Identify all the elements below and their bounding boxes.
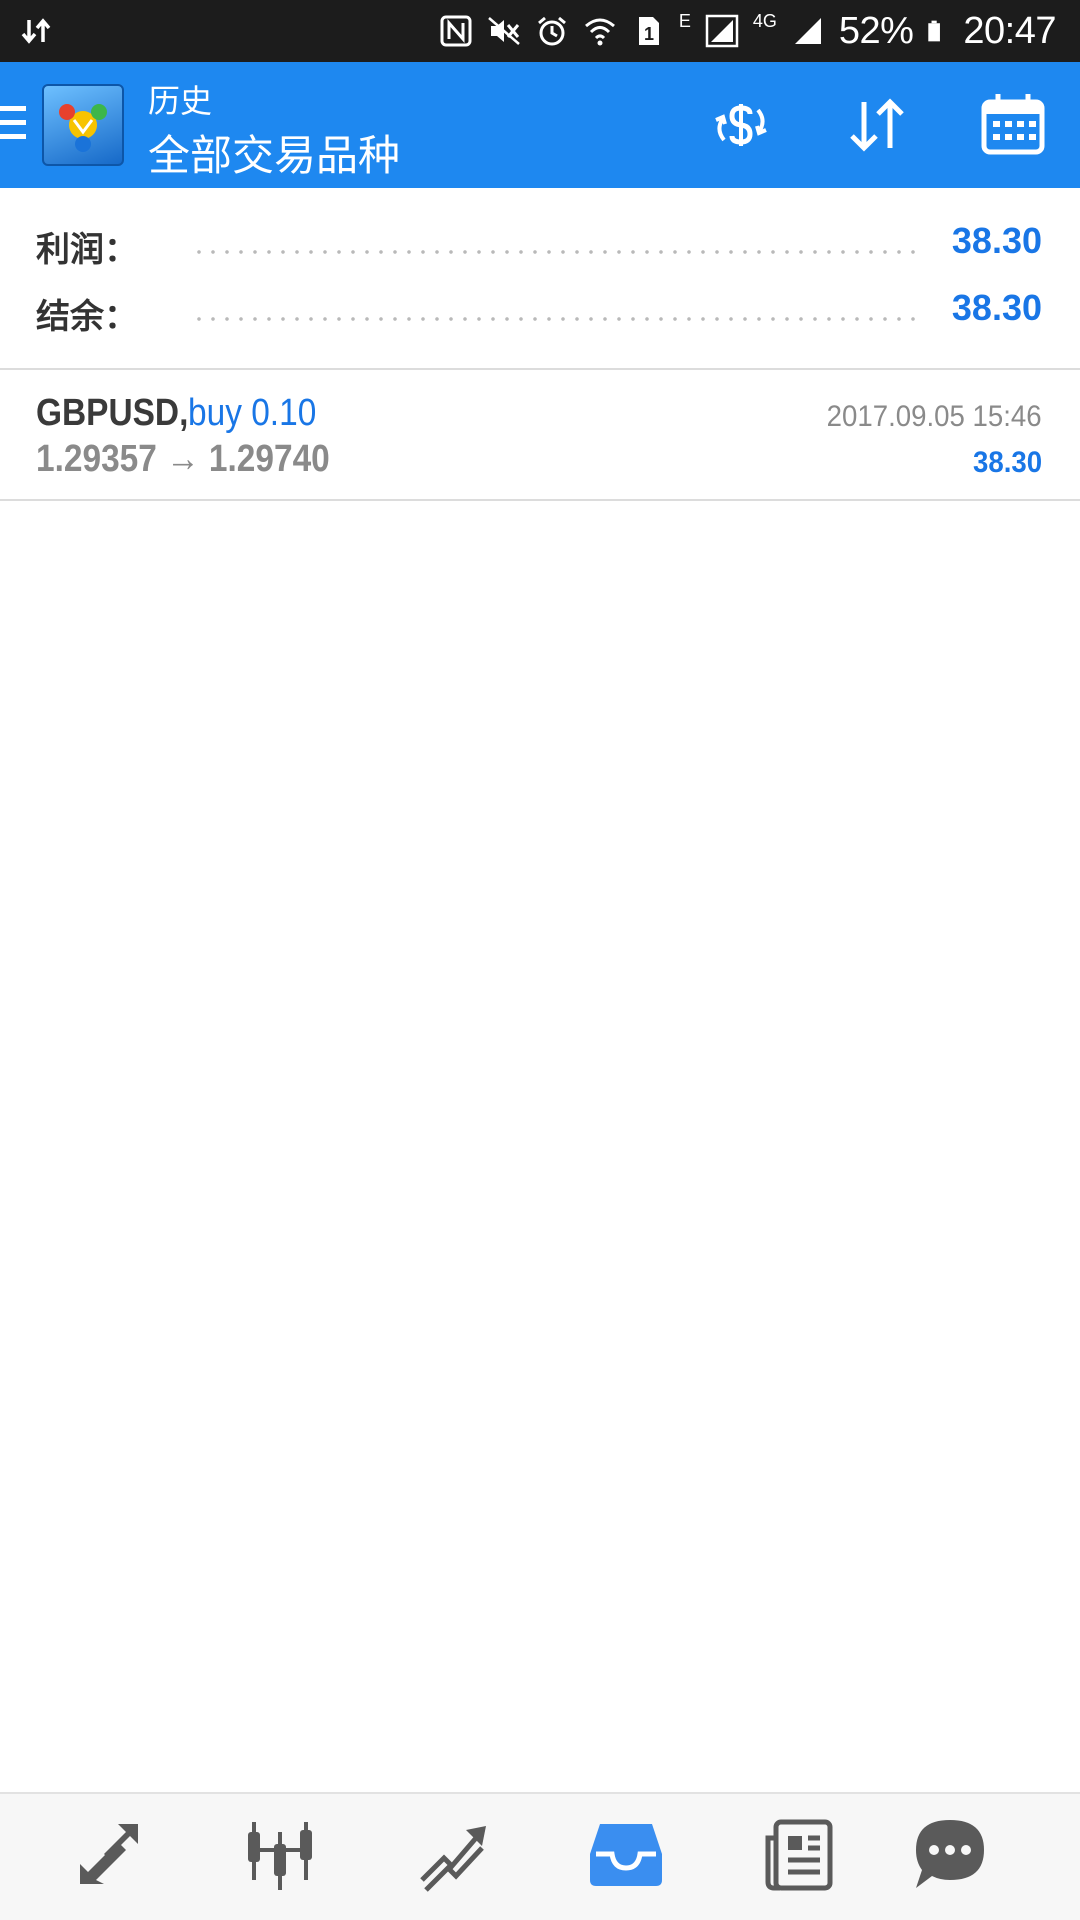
dotted-leader (192, 317, 918, 321)
nav-history[interactable] (586, 1814, 666, 1894)
chat-icon (916, 1820, 984, 1888)
divider (0, 499, 1080, 501)
news-icon (765, 1819, 833, 1891)
deal-profit: 38.30 (972, 446, 1042, 479)
balance-label: 结余： (36, 298, 138, 336)
dotted-leader (192, 250, 918, 254)
deal-type-volume: buy 0.10 (188, 392, 317, 434)
network-type-4g: 4G (752, 10, 777, 31)
sim-slot-number: 1 (644, 24, 654, 44)
exchange-icon (715, 104, 767, 146)
nav-chat[interactable] (910, 1814, 990, 1894)
sort-icon (850, 98, 904, 152)
profit-row: 利润： 38.30 (0, 214, 1080, 274)
balance-row: 结余： 38.30 (0, 281, 1080, 341)
wifi-icon (584, 18, 615, 46)
battery-percent: 52% (838, 9, 914, 52)
battery-icon (928, 20, 941, 42)
calendar-icon (981, 94, 1045, 155)
sim-1-icon: 1 (638, 17, 659, 45)
app-logo[interactable] (42, 84, 124, 166)
deal-time: 2017.09.05 15:46 (827, 400, 1042, 433)
history-summary: 利润： 38.30 结余： 38.30 (0, 188, 1080, 368)
menu-icon[interactable] (0, 106, 28, 146)
nav-chart[interactable] (414, 1814, 494, 1894)
symbol-filter-label[interactable]: 全部交易品种 (148, 122, 400, 183)
chart-icon (420, 1826, 486, 1892)
deal-symbol: GBPUSD, (36, 392, 189, 434)
signal-icon (705, 14, 739, 48)
mute-icon (487, 17, 520, 45)
nav-news[interactable] (760, 1814, 840, 1894)
nfc-icon (440, 15, 472, 47)
app-logo-graphic (59, 104, 107, 152)
quotes-icon (248, 1822, 312, 1890)
network-type-e: E (678, 10, 691, 31)
app-bar: 历史 全部交易品种 (0, 62, 1080, 188)
clock: 20:47 (963, 9, 1056, 52)
signal-icon (794, 18, 821, 44)
nav-quotes[interactable] (240, 1814, 320, 1894)
calendar-button[interactable] (978, 90, 1048, 160)
page-title: 历史 (148, 83, 213, 119)
exchange-button[interactable] (706, 90, 776, 160)
deal-prices: 1.29357 → 1.29740 (36, 438, 330, 480)
data-transfer-icon (21, 18, 51, 44)
history-icon (590, 1824, 662, 1886)
balance-value: 38.30 (951, 287, 1042, 328)
nav-trade[interactable] (68, 1814, 148, 1894)
trade-icon (80, 1824, 138, 1884)
deal-row[interactable]: GBPUSD, buy 0.10 1.29357 → 1.29740 2017.… (0, 370, 1080, 499)
sort-button[interactable] (842, 90, 912, 160)
status-bar: 1 E 4G 52% 20:47 (0, 0, 1080, 62)
bottom-navigation (0, 1792, 1080, 1920)
alarm-icon (537, 16, 566, 46)
profit-value: 38.30 (951, 220, 1042, 261)
profit-label: 利润： (36, 231, 138, 269)
